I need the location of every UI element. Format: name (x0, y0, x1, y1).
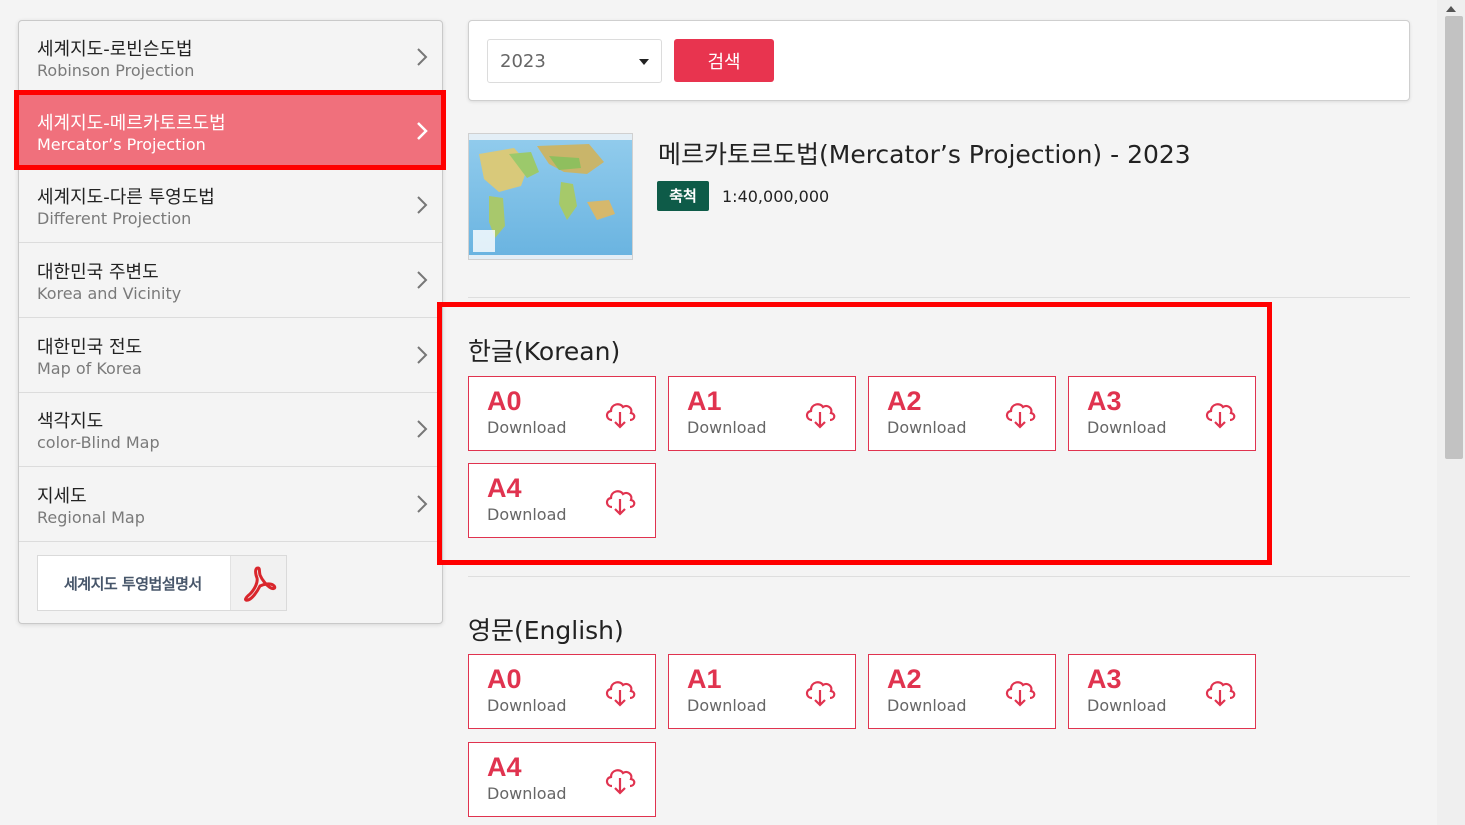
download-label: Download (1087, 696, 1167, 715)
sidebar-item-label: 색각지도 (37, 411, 104, 432)
paper-size: A4 (487, 752, 522, 782)
year-select[interactable]: 2023 (487, 39, 662, 83)
paper-size: A3 (1087, 664, 1122, 694)
paper-size: A1 (687, 664, 722, 694)
sidebar-item-sublabel: Korea and Vicinity (37, 284, 182, 303)
download-korean-a1[interactable]: A1 Download (668, 376, 856, 451)
cloud-download-icon (605, 769, 636, 795)
sidebar-item-sublabel: Mercator’s Projection (37, 135, 206, 154)
year-select-value: 2023 (500, 51, 546, 72)
cloud-download-icon (805, 403, 836, 429)
download-label: Download (687, 696, 767, 715)
sidebar-item-korea-vicinity[interactable]: 대한민국 주변도 Korea and Vicinity (19, 244, 442, 318)
download-label: Download (1087, 418, 1167, 437)
chevron-right-icon (417, 122, 428, 140)
download-label: Download (487, 418, 567, 437)
paper-size: A3 (1087, 386, 1122, 416)
download-label: Download (687, 418, 767, 437)
chevron-right-icon (417, 196, 428, 214)
download-english-a4[interactable]: A4 Download (468, 742, 656, 817)
paper-size: A1 (687, 386, 722, 416)
search-button[interactable]: 검색 (674, 39, 774, 82)
cloud-download-icon (605, 681, 636, 707)
download-label: Download (887, 418, 967, 437)
cloud-download-icon (1005, 681, 1036, 707)
section-title-english: 영문(English) (468, 616, 624, 645)
cloud-download-icon (605, 403, 636, 429)
paper-size: A0 (487, 664, 522, 694)
cloud-download-icon (1205, 403, 1236, 429)
sidebar-item-sublabel: Different Projection (37, 209, 192, 228)
page-scrollbar[interactable] (1437, 0, 1465, 825)
map-title: 메르카토르도법(Mercator’s Projection) - 2023 (658, 140, 1191, 169)
download-label: Download (487, 696, 567, 715)
sidebar-item-label: 대한민국 주변도 (37, 262, 159, 283)
sidebar-item-sublabel: Regional Map (37, 508, 145, 527)
chevron-right-icon (417, 271, 428, 289)
map-thumbnail (468, 133, 633, 260)
sidebar-item-color-blind[interactable]: 색각지도 color-Blind Map (19, 393, 442, 467)
search-panel: 2023 검색 (468, 20, 1410, 101)
download-korean-a2[interactable]: A2 Download (868, 376, 1056, 451)
paper-size: A2 (887, 386, 922, 416)
sidebar-item-label: 지세도 (37, 486, 87, 507)
section-divider (468, 576, 1410, 577)
cloud-download-icon (1005, 403, 1036, 429)
scale-value: 1:40,000,000 (722, 187, 830, 206)
download-english-a3[interactable]: A3 Download (1068, 654, 1256, 729)
scale-badge: 축척 (657, 181, 709, 211)
download-english-a0[interactable]: A0 Download (468, 654, 656, 729)
download-korean-a3[interactable]: A3 Download (1068, 376, 1256, 451)
section-divider (468, 297, 1410, 298)
pdf-button-label: 세계지도 투영법설명서 (64, 575, 202, 593)
download-label: Download (487, 505, 567, 524)
sidebar-item-label: 세계지도-다른 투영도법 (37, 187, 215, 208)
chevron-right-icon (417, 495, 428, 513)
chevron-right-icon (417, 346, 428, 364)
sidebar-item-different[interactable]: 세계지도-다른 투영도법 Different Projection (19, 169, 442, 243)
section-title-korean: 한글(Korean) (468, 337, 621, 366)
download-label: Download (887, 696, 967, 715)
cloud-download-icon (805, 681, 836, 707)
download-label: Download (487, 784, 567, 803)
caret-down-icon (639, 59, 649, 65)
cloud-download-icon (1205, 681, 1236, 707)
sidebar-item-sublabel: Map of Korea (37, 359, 142, 378)
download-korean-a0[interactable]: A0 Download (468, 376, 656, 451)
projection-guide-pdf-button[interactable]: 세계지도 투영법설명서 (37, 555, 287, 611)
sidebar-item-label: 세계지도-로빈슨도법 (37, 39, 193, 60)
download-korean-a4[interactable]: A4 Download (468, 463, 656, 538)
cloud-download-icon (605, 490, 636, 516)
paper-size: A4 (487, 473, 522, 503)
download-english-a2[interactable]: A2 Download (868, 654, 1056, 729)
pdf-icon (230, 556, 286, 610)
sidebar-item-robinson[interactable]: 세계지도-로빈슨도법 Robinson Projection (19, 21, 442, 95)
sidebar-item-sublabel: Robinson Projection (37, 61, 195, 80)
sidebar-menu: 세계지도-로빈슨도법 Robinson Projection 세계지도-메르카토… (18, 20, 443, 624)
sidebar-item-regional[interactable]: 지세도 Regional Map (19, 468, 442, 542)
chevron-right-icon (417, 420, 428, 438)
paper-size: A0 (487, 386, 522, 416)
paper-size: A2 (887, 664, 922, 694)
sidebar-item-label: 세계지도-메르카토르도법 (37, 113, 226, 134)
scroll-up-arrow-icon[interactable] (1446, 6, 1456, 12)
sidebar-item-sublabel: color-Blind Map (37, 433, 160, 452)
chevron-right-icon (417, 48, 428, 66)
download-english-a1[interactable]: A1 Download (668, 654, 856, 729)
scrollbar-thumb[interactable] (1445, 16, 1463, 459)
sidebar-item-mercator[interactable]: 세계지도-메르카토르도법 Mercator’s Projection (19, 95, 442, 169)
sidebar-item-label: 대한민국 전도 (37, 337, 143, 358)
sidebar-item-map-of-korea[interactable]: 대한민국 전도 Map of Korea (19, 319, 442, 393)
